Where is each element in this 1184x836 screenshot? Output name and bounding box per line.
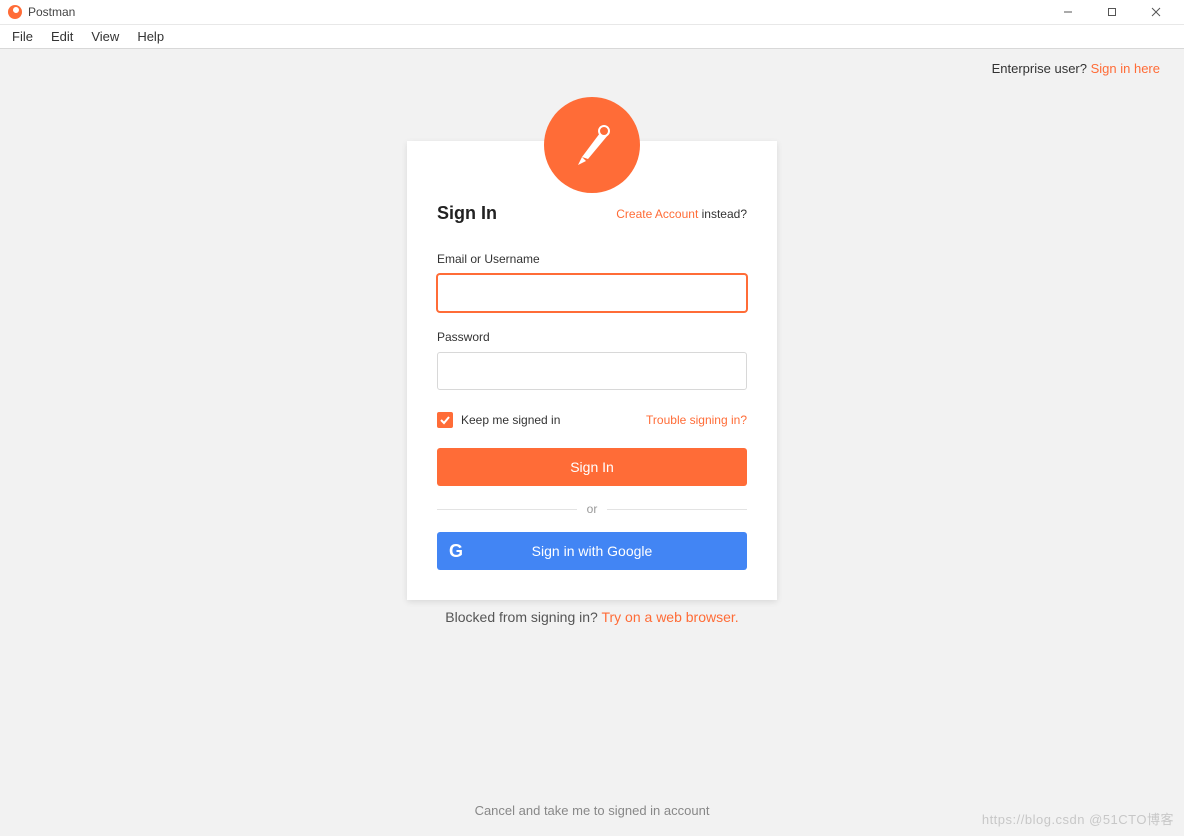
try-browser-link[interactable]: Try on a web browser. [601,609,738,625]
app-title: Postman [28,5,75,19]
enterprise-prompt: Enterprise user? Sign in here [992,61,1160,76]
trouble-signing-link[interactable]: Trouble signing in? [646,413,747,427]
titlebar: Postman [0,0,1184,25]
content-area: Enterprise user? Sign in here Sign In Cr… [0,49,1184,836]
options-row: Keep me signed in Trouble signing in? [437,412,747,428]
password-input[interactable] [437,352,747,390]
divider-line-right [607,509,747,510]
signin-button[interactable]: Sign In [437,448,747,486]
title-left: Postman [8,5,75,19]
menubar: File Edit View Help [0,25,1184,49]
signin-heading: Sign In [437,203,497,224]
password-label: Password [437,330,747,344]
signin-card: Sign In Create Account instead? Email or… [407,141,777,600]
minimize-button[interactable] [1048,0,1088,24]
postman-icon [8,5,22,19]
google-signin-button[interactable]: G Sign in with Google [437,532,747,570]
email-label: Email or Username [437,252,747,266]
create-account-suffix: instead? [698,207,747,221]
google-icon: G [437,532,475,570]
menu-help[interactable]: Help [129,27,172,46]
blocked-text: Blocked from signing in? [445,609,601,625]
postman-logo [544,97,640,193]
or-divider: or [437,502,747,516]
menu-view[interactable]: View [83,27,127,46]
create-account-prompt: Create Account instead? [616,207,747,221]
postman-logo-icon [560,113,624,177]
keep-signed-label: Keep me signed in [461,413,560,427]
enterprise-signin-link[interactable]: Sign in here [1091,61,1160,76]
blocked-prompt: Blocked from signing in? Try on a web br… [445,609,738,625]
watermark: https://blog.csdn @51CTO博客 [982,809,1174,828]
email-input[interactable] [437,274,747,312]
checkbox-icon [437,412,453,428]
cancel-link[interactable]: Cancel and take me to signed in account [475,803,710,818]
maximize-button[interactable] [1092,0,1132,24]
menu-edit[interactable]: Edit [43,27,81,46]
menu-file[interactable]: File [4,27,41,46]
google-button-label: Sign in with Google [532,543,653,559]
divider-line-left [437,509,577,510]
card-header: Sign In Create Account instead? [437,203,747,224]
or-text: or [587,502,598,516]
close-button[interactable] [1136,0,1176,24]
window-controls [1048,0,1176,24]
create-account-link[interactable]: Create Account [616,207,698,221]
enterprise-text: Enterprise user? [992,61,1091,76]
keep-signed-checkbox[interactable]: Keep me signed in [437,412,560,428]
